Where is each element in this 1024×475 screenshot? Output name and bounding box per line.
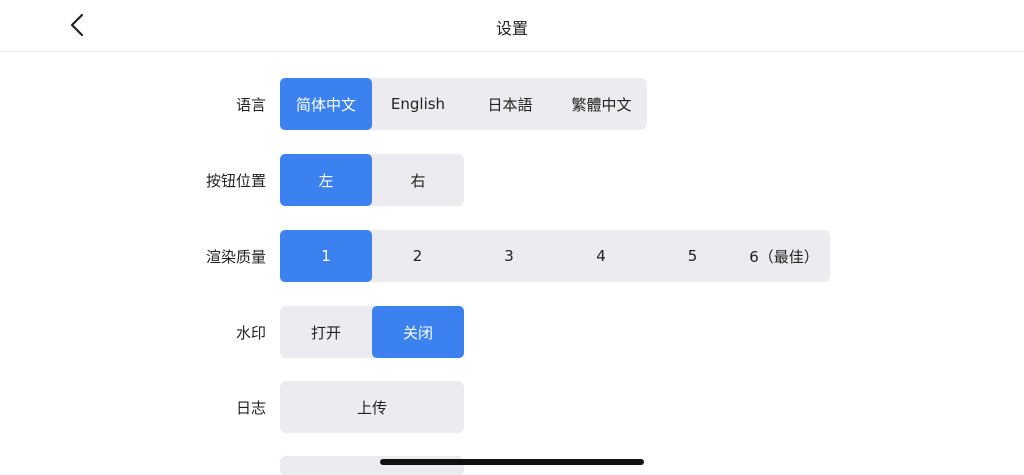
language-segmented-control: 简体中文 English 日本語 繁體中文: [280, 78, 647, 130]
home-indicator: [380, 459, 644, 465]
render-quality-option-1[interactable]: 1: [280, 230, 372, 282]
page-title: 设置: [495, 19, 528, 38]
language-option-english[interactable]: English: [372, 78, 464, 130]
render-quality-option-2[interactable]: 2: [372, 230, 463, 282]
watermark-segmented-control: 打开 关闭: [280, 306, 464, 358]
setting-label-watermark: 水印: [235, 323, 266, 342]
setting-label-button-position: 按钮位置: [205, 171, 266, 190]
render-quality-option-6[interactable]: 6（最佳）: [738, 230, 830, 282]
upload-log-button[interactable]: 上传: [280, 381, 464, 433]
setting-label-language: 语言: [235, 95, 266, 114]
settings-page: 设置 语言 简体中文 English 日本語 繁體中文 按钮位置 左 右 渲染质…: [0, 0, 1024, 475]
language-option-simplified-chinese[interactable]: 简体中文: [280, 78, 372, 130]
watermark-option-on[interactable]: 打开: [280, 306, 372, 358]
log-control: 上传: [280, 381, 464, 433]
setting-row-log: 日志 上传: [0, 381, 1024, 433]
render-quality-option-3[interactable]: 3: [463, 230, 555, 282]
header: 设置: [0, 0, 1024, 52]
setting-row-watermark: 水印 打开 关闭: [0, 306, 1024, 358]
setting-label-log: 日志: [235, 398, 266, 417]
button-position-option-right[interactable]: 右: [372, 154, 464, 206]
render-quality-option-5[interactable]: 5: [647, 230, 738, 282]
language-option-traditional-chinese[interactable]: 繁體中文: [556, 78, 647, 130]
setting-row-language: 语言 简体中文 English 日本語 繁體中文: [0, 78, 1024, 130]
setting-label-render-quality: 渲染质量: [205, 247, 266, 266]
button-position-option-left[interactable]: 左: [280, 154, 372, 206]
button-position-segmented-control: 左 右: [280, 154, 464, 206]
language-option-japanese[interactable]: 日本語: [464, 78, 556, 130]
render-quality-option-4[interactable]: 4: [555, 230, 647, 282]
setting-row-button-position: 按钮位置 左 右: [0, 154, 1024, 206]
render-quality-segmented-control: 1 2 3 4 5 6（最佳）: [280, 230, 830, 282]
watermark-option-off[interactable]: 关闭: [372, 306, 464, 358]
setting-row-render-quality: 渲染质量 1 2 3 4 5 6（最佳）: [0, 230, 1024, 282]
